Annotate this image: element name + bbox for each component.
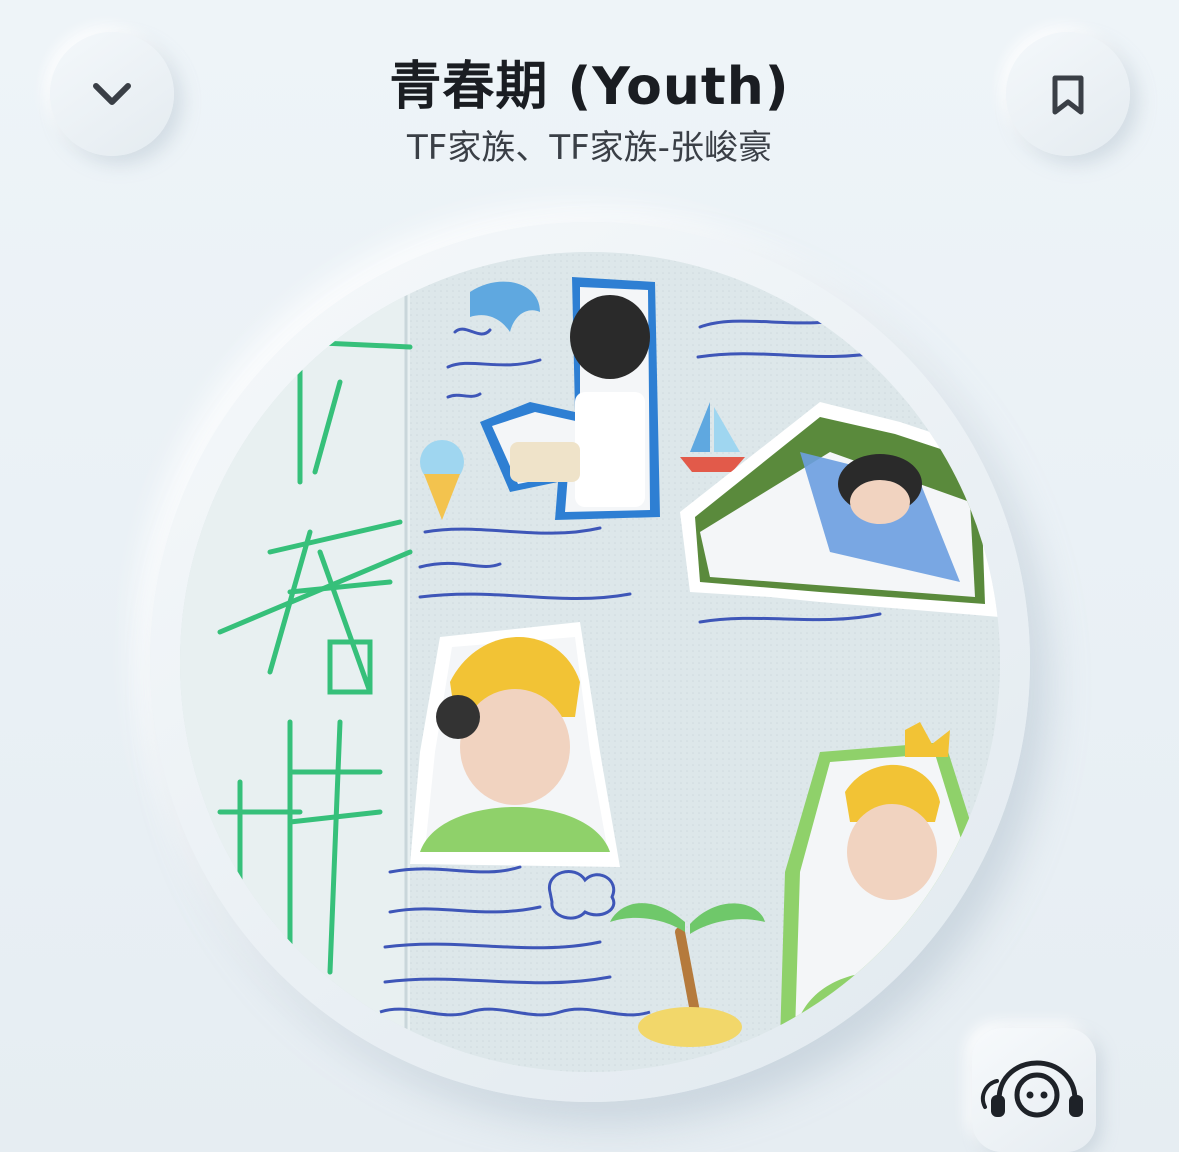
headphone-bot-icon	[980, 1060, 1083, 1118]
music-assistant-button[interactable]	[972, 1028, 1096, 1152]
artist-names: TF家族、TF家族-张峻豪	[407, 128, 772, 168]
bookmark-icon	[1052, 75, 1084, 115]
song-title: 青春期 (Youth)	[389, 57, 790, 117]
bookmark-button[interactable]	[1006, 32, 1130, 156]
album-cover-illustration	[180, 252, 1000, 1072]
album-cover[interactable]	[180, 252, 1000, 1072]
